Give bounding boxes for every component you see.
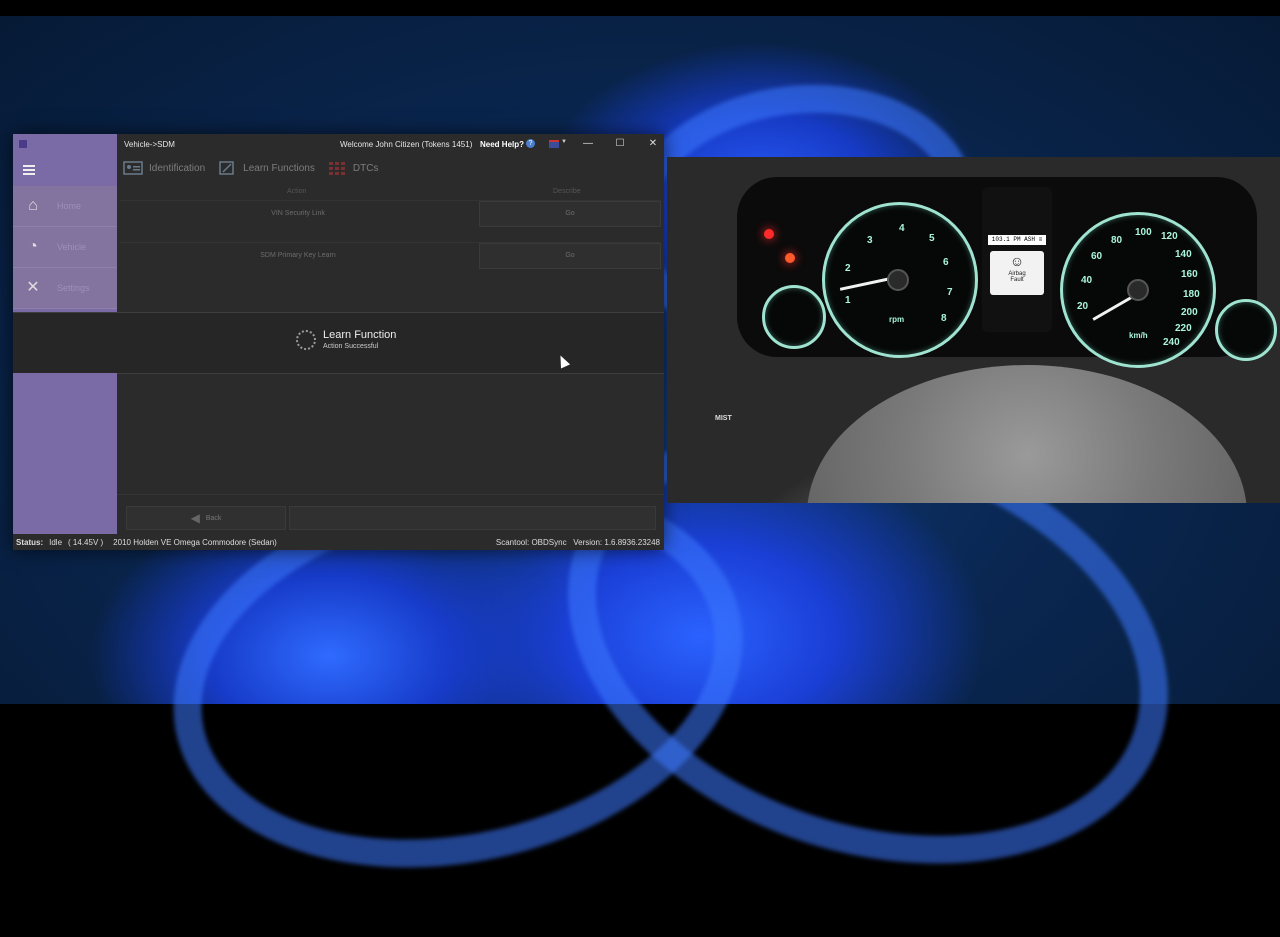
mist-label: MIST [715, 415, 732, 422]
airbag-line2: Fault [1010, 277, 1024, 283]
sidebar-item-label: Vehicle [57, 242, 87, 252]
go-button[interactable]: Go [479, 243, 661, 269]
tab-label: DTCs [352, 162, 379, 174]
tab-label: Identification [149, 162, 206, 174]
temp-gauge [762, 285, 826, 349]
spinner-icon [296, 330, 316, 350]
speed-number: 140 [1175, 249, 1192, 260]
tab-learn-functions[interactable]: Learn Functions [217, 161, 315, 175]
sidebar-item-home[interactable]: ⌂ Home [13, 186, 117, 227]
status-state: Idle [49, 537, 63, 547]
title-bar: Vehicle->SDM Welcome John Citizen (Token… [117, 134, 664, 154]
tach-number: 3 [867, 235, 873, 246]
speed-number: 40 [1081, 275, 1093, 286]
tach-number: 8 [941, 313, 947, 324]
close-button[interactable]: ✕ [646, 138, 660, 150]
grid-icon [328, 162, 345, 175]
tach-number: 6 [943, 257, 949, 268]
tab-label: Learn Functions [243, 162, 315, 174]
home-icon: ⌂ [28, 197, 38, 214]
warning-light-icon [764, 229, 774, 239]
back-button-label: Back [205, 514, 222, 522]
speed-unit: km/h [1129, 331, 1148, 340]
status-scantool: Scantool: OBDSync [495, 537, 567, 547]
app-logo-icon [19, 140, 27, 148]
speed-number: 160 [1181, 269, 1198, 280]
dashboard-camera-feed: 1 2 3 4 5 6 7 8 rpm 103.1 PM ASH ≡ ☺ Air… [667, 157, 1280, 503]
tach-number: 1 [845, 295, 851, 306]
footer-panel [289, 506, 656, 530]
back-button[interactable]: ◀ Back [126, 506, 286, 530]
status-vehicle: 2010 Holden VE Omega Commodore (Sedan) [113, 537, 277, 547]
status-label: Status: [16, 537, 44, 547]
tach-number: 4 [899, 223, 905, 234]
need-help-link[interactable]: Need Help? [480, 140, 524, 149]
speed-number: 20 [1077, 301, 1089, 312]
status-version: Version: 1.6.8936.23248 [573, 537, 660, 547]
table-row: SDM Primary Key Learn Go [119, 242, 661, 269]
column-header-description: Describe [553, 188, 581, 195]
speed-number: 80 [1111, 235, 1123, 246]
sidebar-item-settings[interactable]: ✕ Settings [13, 268, 117, 309]
menu-icon[interactable] [23, 165, 35, 175]
help-icon[interactable]: ? [526, 139, 535, 148]
go-button[interactable]: Go [479, 201, 661, 227]
tach-number: 5 [929, 233, 935, 244]
sidebar-item-label: Home [57, 201, 82, 211]
tach-number: 7 [947, 287, 953, 298]
welcome-text: Welcome John Citizen (Tokens 1451) [340, 139, 473, 149]
tools-icon: ✕ [26, 279, 40, 296]
gauge-icon: ◔ [28, 238, 38, 255]
airbag-icon: ☺ [1009, 253, 1025, 269]
action-cell: SDM Primary Key Learn [260, 252, 336, 259]
speed-number: 200 [1181, 307, 1198, 318]
table-row: VIN Security Link Go [119, 200, 661, 227]
sidebar-item-label: Settings [57, 283, 90, 293]
id-card-icon [123, 161, 143, 175]
tach-unit: rpm [889, 315, 905, 324]
odometer: 103.1 PM ASH ≡ [988, 235, 1046, 245]
action-cell: VIN Security Link [271, 210, 325, 217]
sidebar-item-vehicle[interactable]: ◔ Vehicle [13, 227, 117, 268]
speed-number: 220 [1175, 323, 1192, 334]
speed-hub [1127, 279, 1149, 301]
warning-light-icon [785, 253, 795, 263]
app-window: ⌂ Home ◔ Vehicle ✕ Settings Vehicle->SDM… [13, 134, 664, 550]
status-bar: Status: Idle ( 14.45V ) 2010 Holden VE O… [13, 534, 664, 550]
fuel-gauge [1215, 299, 1277, 361]
divider [117, 494, 664, 495]
tach-number: 2 [845, 263, 851, 274]
sidebar-lower [13, 373, 117, 550]
language-flag-icon[interactable] [549, 140, 559, 148]
tab-dtcs[interactable]: DTCs [327, 161, 379, 175]
tab-bar: Identification Learn Functions DTCs [117, 156, 664, 180]
overlay-subtitle: Action Successful [323, 343, 379, 350]
airbag-warning: ☺ Airbag Fault [990, 251, 1044, 295]
back-arrow-icon: ◀ [190, 511, 200, 525]
breadcrumb: Vehicle->SDM [124, 139, 175, 149]
pencil-icon [219, 161, 234, 175]
chevron-down-icon[interactable]: ▼ [561, 139, 567, 145]
overlay-title: Learn Function [323, 329, 397, 341]
status-voltage: ( 14.45V ) [68, 537, 104, 547]
speed-number: 240 [1163, 337, 1180, 348]
tab-identification[interactable]: Identification [123, 161, 205, 175]
status-right: Scantool: OBDSync Version: 1.6.8936.2324… [496, 538, 660, 547]
tach-hub [887, 269, 909, 291]
minimize-button[interactable]: — [581, 138, 595, 150]
speed-number: 120 [1161, 231, 1178, 242]
speed-number: 100 [1135, 227, 1152, 238]
speed-number: 60 [1091, 251, 1103, 262]
column-header-action: Action [287, 188, 307, 195]
center-display: 103.1 PM ASH ≡ ☺ Airbag Fault [982, 187, 1052, 332]
maximize-button[interactable]: ☐ [613, 138, 627, 150]
speed-number: 180 [1183, 289, 1200, 300]
steering-wheel [807, 365, 1247, 503]
